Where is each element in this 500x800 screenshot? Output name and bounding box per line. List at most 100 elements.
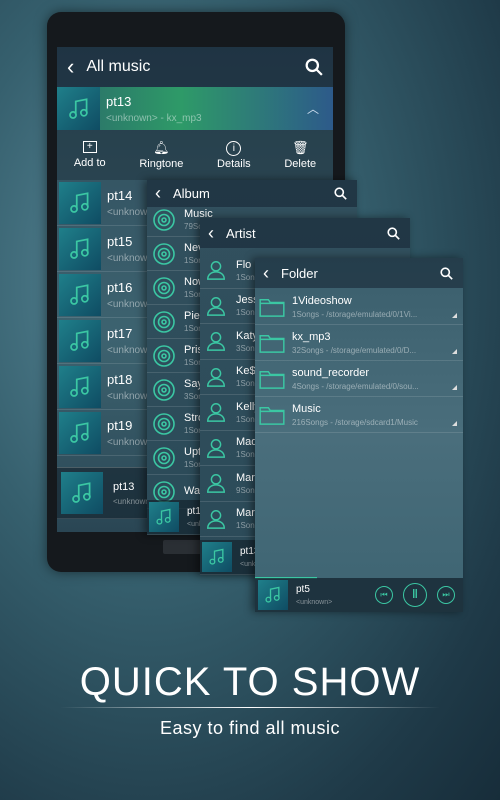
folder-name: sound_recorder [292,366,370,379]
divider [60,707,440,708]
person-icon [205,329,227,353]
delete-button[interactable]: 🗑︎ Delete [284,140,316,170]
folder-header: ‹ Folder [255,258,463,288]
back-button[interactable]: ‹ [155,183,161,204]
album-art [61,472,103,514]
folder-icon [259,405,285,425]
promo-headline: QUICK TO SHOW [79,660,421,704]
back-button[interactable]: ‹ [67,54,74,80]
folder-row[interactable]: Music 216Songs - /storage/sdcard1/Music [255,397,463,433]
song-subtitle: <unknown> - kx_mp3 [106,112,202,124]
menu-indicator-icon[interactable] [452,313,457,318]
album-art [258,580,288,610]
panel-title: Album [173,186,210,201]
song-title: pt13 [106,93,132,109]
song-actions: + Add to 🔔︎ Ringtone i Details 🗑︎ Delete [57,130,333,180]
person-icon [205,258,227,282]
search-icon[interactable] [305,58,323,76]
music-note-icon [67,190,93,216]
previous-button[interactable]: ⏮ [375,586,393,604]
music-note-icon [67,328,93,354]
promo-tagline: Easy to find all music [159,718,341,738]
add-to-button[interactable]: + Add to [74,141,106,169]
person-icon [205,294,227,318]
disc-icon [152,378,176,402]
disc-icon [152,446,176,470]
album-art [59,227,101,270]
folder-info: 32Songs - /storage/emulated/0/D... [292,345,417,355]
folder-name: kx_mp3 [292,330,331,343]
disc-icon [152,276,176,300]
person-icon [205,507,227,531]
music-note-icon [67,282,93,308]
action-label: Delete [284,158,317,170]
folder-info: 216Songs - /storage/sdcard1/Music [292,417,418,427]
person-icon [205,365,227,389]
panel-title: Artist [226,225,256,241]
playback-controls: ⏮ ‖ ⏭ [375,583,455,607]
folder-panel: ‹ Folder 1Videoshow 1Songs - /storage/emul… [255,258,463,612]
folder-name: 1Videoshow [292,294,352,307]
album-art [202,542,232,572]
folder-row[interactable]: sound_recorder 4Songs - /storage/emulated… [255,361,463,397]
back-button[interactable]: ‹ [263,263,269,284]
add-box-icon: + [82,141,97,153]
back-button[interactable]: ‹ [208,223,214,244]
music-note-icon [263,585,283,605]
ringtone-button[interactable]: 🔔︎ Ringtone [139,140,183,170]
music-note-icon [66,96,92,122]
music-note-icon [207,547,227,567]
person-icon [205,471,227,495]
action-label: Ringtone [139,158,184,170]
panel-title: Folder [281,265,318,281]
page-title: All music [86,58,151,75]
search-icon[interactable] [387,227,400,240]
folder-name: Music [292,402,321,415]
album-art [59,273,101,316]
action-label: Add to [73,157,106,169]
folder-info: 4Songs - /storage/emulated/0/sou... [292,381,419,391]
disc-icon [152,242,176,266]
disc-icon [152,344,176,368]
mini-player[interactable]: pt5 <unknown> ⏮ ‖ ⏭ [255,578,463,612]
folder-icon [259,369,285,389]
menu-indicator-icon[interactable] [452,349,457,354]
artist-header: ‹ Artist [200,218,410,248]
music-note-icon [154,507,174,527]
search-icon[interactable] [440,267,453,280]
player-subtitle: <unknown> [296,599,333,606]
disc-icon [152,310,176,334]
details-button[interactable]: i Details [217,140,251,170]
person-icon [205,400,227,424]
info-icon: i [226,140,242,156]
album-art [59,181,101,224]
music-note-icon [69,480,95,506]
folder-row[interactable]: 1Videoshow 1Songs - /storage/emulated/0/1… [255,289,463,325]
next-button[interactable]: ⏭ [437,586,455,604]
folder-icon [259,297,285,317]
disc-icon [152,412,176,436]
trash-icon: 🗑︎ [291,140,309,155]
album-art [57,87,100,130]
music-note-icon [67,420,93,446]
music-note-icon [67,236,93,262]
folder-icon [259,333,285,353]
album-art [59,411,101,454]
folder-info: 1Songs - /storage/emulated/0/1Vi... [292,309,418,319]
album-art [59,365,101,408]
player-title: pt5 [296,584,310,595]
disc-icon [152,208,176,232]
bell-icon: 🔔︎ [153,140,170,155]
pause-button[interactable]: ‖ [403,583,427,607]
collapse-chevron-icon[interactable]: ︿ [307,100,319,117]
album-art [149,502,179,532]
album-art [59,319,101,362]
folder-row[interactable]: kx_mp3 32Songs - /storage/emulated/0/D... [255,325,463,361]
action-label: Details [217,157,251,170]
menu-indicator-icon[interactable] [452,385,457,390]
selected-song[interactable]: pt13 <unknown> - kx_mp3 ︿ [57,87,333,130]
person-icon [205,436,227,460]
music-note-icon [67,374,93,400]
search-icon[interactable] [334,187,347,200]
menu-indicator-icon[interactable] [452,421,457,426]
